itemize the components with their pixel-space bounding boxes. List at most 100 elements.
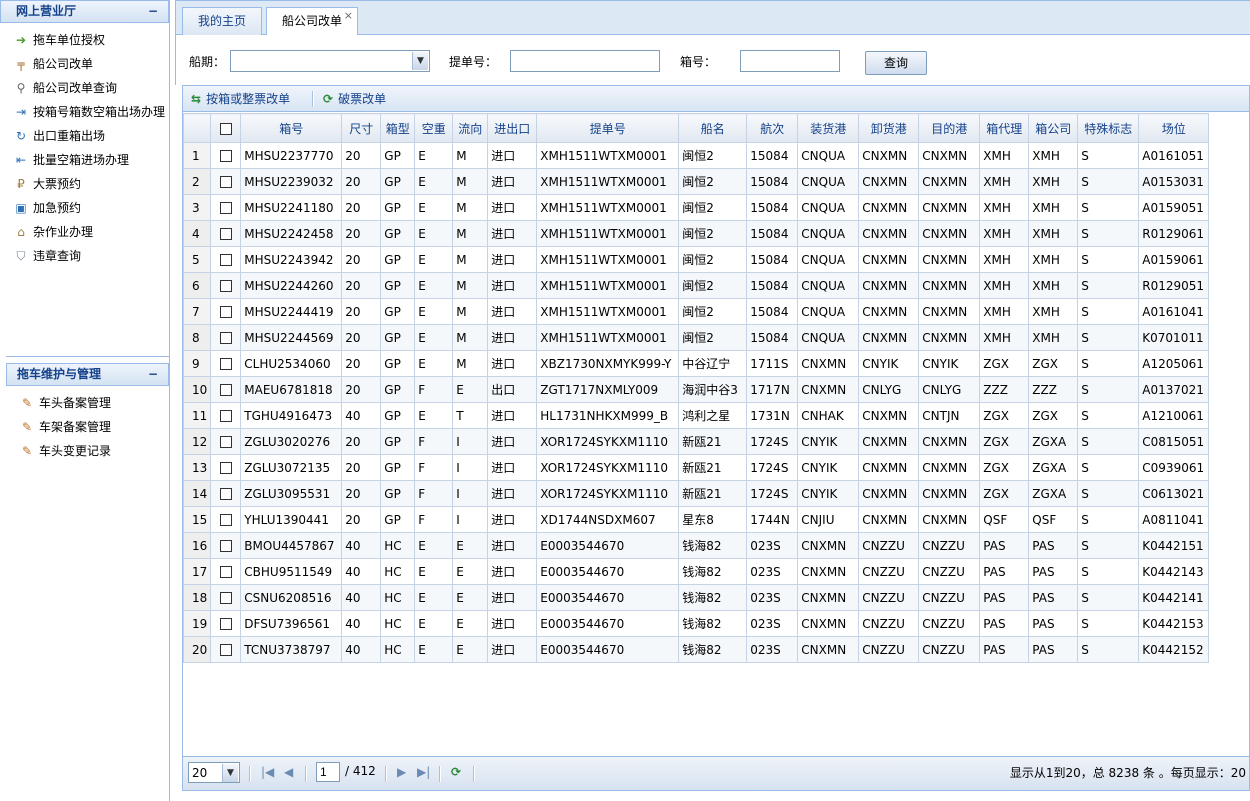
column-header[interactable]: 箱号 [240, 113, 343, 143]
checkbox-icon[interactable] [219, 150, 232, 162]
checkbox-icon[interactable] [219, 228, 232, 240]
table-row[interactable]: 3 MHSU2241180 20 GP E M 进口 XMH1511WTXM0001 闽恒2 15… [182, 194, 1210, 221]
last-page-icon[interactable]: ▶| [417, 765, 430, 779]
truck-management-header[interactable]: 拖车维护与管理 − [6, 363, 169, 386]
column-header[interactable]: 船名 [678, 113, 748, 143]
column-header[interactable]: 卸货港 [858, 113, 920, 143]
table-row[interactable]: 7 MHSU2244419 20 GP E M 进口 XMH1511WTXM0001 闽恒2 15… [182, 298, 1210, 325]
prev-page-icon[interactable]: ◀ [284, 765, 293, 779]
collapse-icon[interactable]: − [148, 364, 158, 385]
checkbox-icon[interactable] [219, 202, 232, 214]
table-row[interactable]: 20 TCNU3738797 40 HC E E 进口 E0003544670 钱海82 023S… [182, 636, 1210, 663]
box-number-input[interactable] [740, 50, 840, 72]
row-checkbox[interactable] [210, 454, 242, 481]
checkbox-icon[interactable] [219, 644, 232, 656]
table-row[interactable]: 4 MHSU2242458 20 GP E M 进口 XMH1511WTXM0001 闽恒2 15… [182, 220, 1210, 247]
first-page-icon[interactable]: |◀ [261, 765, 274, 779]
row-checkbox[interactable] [210, 376, 242, 403]
table-row[interactable]: 10 MAEU6781818 20 GP F E 出口 ZGT1717NXMLY009 海润中谷… [182, 376, 1210, 403]
column-header[interactable]: 航次 [746, 113, 799, 143]
row-checkbox[interactable] [210, 272, 242, 299]
chevron-down-icon[interactable]: ▼ [222, 764, 238, 782]
row-checkbox[interactable] [210, 428, 242, 455]
row-checkbox[interactable] [210, 142, 242, 169]
table-row[interactable]: 8 MHSU2244569 20 GP E M 进口 XMH1511WTXM0001 闽恒2 15… [182, 324, 1210, 351]
hall-item-6[interactable]: ₽ 大票预约 [0, 172, 169, 196]
row-checkbox[interactable] [210, 506, 242, 533]
table-row[interactable]: 2 MHSU2239032 20 GP E M 进口 XMH1511WTXM0001 闽恒2 15… [182, 168, 1210, 195]
row-checkbox[interactable] [210, 246, 242, 273]
table-row[interactable]: 6 MHSU2244260 20 GP E M 进口 XMH1511WTXM0001 闽恒2 15… [182, 272, 1210, 299]
hall-item-5[interactable]: ⇤ 批量空箱进场办理 [0, 148, 169, 172]
row-checkbox[interactable] [210, 636, 242, 663]
table-row[interactable]: 16 BMOU4457867 40 HC E E 进口 E0003544670 钱海82 023S… [182, 532, 1210, 559]
row-checkbox[interactable] [210, 610, 242, 637]
hall-item-0[interactable]: ➔ 拖车单位授权 [0, 28, 169, 52]
column-header[interactable]: 流向 [452, 113, 489, 143]
row-checkbox[interactable] [210, 480, 242, 507]
column-header[interactable]: 尺寸 [341, 113, 382, 143]
table-row[interactable]: 5 MHSU2243942 20 GP E M 进口 XMH1511WTXM0001 闽恒2 15… [182, 246, 1210, 273]
refresh-icon[interactable]: ⟳ [451, 765, 461, 779]
hall-item-1[interactable]: ╤ 船公司改单 [0, 52, 169, 76]
checkbox-icon[interactable] [219, 462, 232, 474]
select-all-checkbox[interactable] [210, 113, 242, 143]
split-bill-button[interactable]: ⟳ 破票改单 [323, 89, 386, 109]
checkbox-icon[interactable] [219, 122, 232, 135]
query-button[interactable]: 查询 [865, 51, 927, 75]
chevron-down-icon[interactable]: ▼ [412, 52, 428, 70]
row-number-header[interactable] [182, 113, 212, 143]
close-icon[interactable]: × [344, 2, 353, 29]
truck-item-0[interactable]: ✎ 车头备案管理 [6, 391, 169, 415]
checkbox-icon[interactable] [219, 280, 232, 292]
hall-item-4[interactable]: ↻ 出口重箱出场 [0, 124, 169, 148]
checkbox-icon[interactable] [219, 618, 232, 630]
checkbox-icon[interactable] [219, 540, 232, 552]
checkbox-icon[interactable] [219, 254, 232, 266]
checkbox-icon[interactable] [219, 410, 232, 422]
table-row[interactable]: 9 CLHU2534060 20 GP E M 进口 XBZ1730NXMYK999-Y 中谷辽… [182, 350, 1210, 377]
checkbox-icon[interactable] [219, 176, 232, 188]
row-checkbox[interactable] [210, 532, 242, 559]
hall-item-7[interactable]: ▣ 加急预约 [0, 196, 169, 220]
tab-home[interactable]: 我的主页 [182, 7, 262, 36]
table-row[interactable]: 13 ZGLU3072135 20 GP F I 进口 XOR1724SYKXM1110 新瓯2… [182, 454, 1210, 481]
table-row[interactable]: 14 ZGLU3095531 20 GP F I 进口 XOR1724SYKXM1110 新瓯2… [182, 480, 1210, 507]
next-page-icon[interactable]: ▶ [397, 765, 406, 779]
column-header[interactable]: 提单号 [536, 113, 680, 143]
column-header[interactable]: 空重 [414, 113, 454, 143]
row-checkbox[interactable] [210, 350, 242, 377]
truck-item-1[interactable]: ✎ 车架备案管理 [6, 415, 169, 439]
checkbox-icon[interactable] [219, 384, 232, 396]
hall-item-8[interactable]: ⌂ 杂作业办理 [0, 220, 169, 244]
truck-item-2[interactable]: ✎ 车头变更记录 [6, 439, 169, 463]
hall-item-9[interactable]: ⛉ 违章查询 [0, 244, 169, 268]
page-size-select[interactable]: 20 ▼ [188, 762, 240, 783]
column-header[interactable]: 装货港 [797, 113, 860, 143]
checkbox-icon[interactable] [219, 566, 232, 578]
column-header[interactable]: 箱公司 [1028, 113, 1079, 143]
table-row[interactable]: 1 MHSU2237770 20 GP E M 进口 XMH1511WTXM0001 闽恒2 15… [182, 142, 1210, 169]
row-checkbox[interactable] [210, 194, 242, 221]
row-checkbox[interactable] [210, 298, 242, 325]
row-checkbox[interactable] [210, 168, 242, 195]
table-row[interactable]: 15 YHLU1390441 20 GP F I 进口 XD1744NSDXM607 星东8 17… [182, 506, 1210, 533]
tab-carrier-change[interactable]: 船公司改单 × [266, 7, 358, 37]
table-row[interactable]: 12 ZGLU3020276 20 GP F I 进口 XOR1724SYKXM1110 新瓯2… [182, 428, 1210, 455]
column-header[interactable]: 箱代理 [979, 113, 1030, 143]
row-checkbox[interactable] [210, 558, 242, 585]
checkbox-icon[interactable] [219, 488, 232, 500]
checkbox-icon[interactable] [219, 436, 232, 448]
row-checkbox[interactable] [210, 402, 242, 429]
column-header[interactable]: 特殊标志 [1077, 113, 1140, 143]
checkbox-icon[interactable] [219, 514, 232, 526]
checkbox-icon[interactable] [219, 306, 232, 318]
checkbox-icon[interactable] [219, 592, 232, 604]
table-row[interactable]: 18 CSNU6208516 40 HC E E 进口 E0003544670 钱海82 023S… [182, 584, 1210, 611]
ship-schedule-select[interactable]: ▼ [230, 50, 430, 72]
business-hall-header[interactable]: 网上营业厅 − [0, 0, 169, 23]
change-by-box-button[interactable]: ⇆ 按箱或整票改单 [191, 89, 290, 109]
hall-item-2[interactable]: ⚲ 船公司改单查询 [0, 76, 169, 100]
row-checkbox[interactable] [210, 324, 242, 351]
row-checkbox[interactable] [210, 584, 242, 611]
